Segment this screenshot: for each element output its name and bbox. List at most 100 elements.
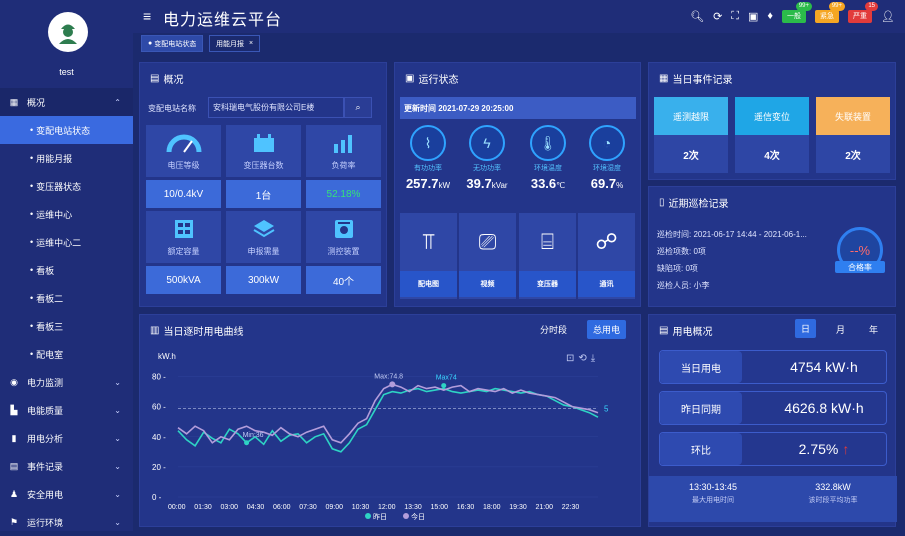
event-offline-devices[interactable]: 失联装置 2次	[816, 97, 890, 173]
patrol-person: 巡检人员: 小李	[657, 281, 710, 290]
search-button[interactable]: ⌕	[344, 97, 372, 118]
gauge-active-power: ⌇ 有功功率 257.7kW	[399, 125, 457, 191]
search-icon[interactable]: 🔍︎	[690, 10, 704, 23]
usage-value: 4754 kW·h	[790, 359, 858, 375]
top-toolbar: 🔍︎ ⟳ ⛶ ▣ ♦ 一般 99+ 紧急 99+ 严重 15 👤︎	[690, 1, 895, 28]
refresh-icon[interactable]: ⟳	[713, 10, 722, 23]
x-tick-label: 06:00	[273, 504, 291, 511]
panel-title: 用电概况	[672, 327, 713, 338]
period-day[interactable]: 日	[795, 319, 817, 338]
series-line-yesterday	[177, 387, 599, 453]
nav-item-overview[interactable]: ▦ 概况 ⌃	[0, 88, 133, 116]
legend-label: 昨日	[373, 512, 387, 521]
usage-value: 2.75% ↑	[760, 433, 888, 465]
kpi-value: 500kVA	[146, 266, 221, 294]
kpi-label: 负荷率	[331, 161, 356, 170]
gauge-label: 环境温度	[534, 165, 562, 172]
nav-sub-energy-report[interactable]: • 用能月报	[0, 144, 133, 172]
panel-header: ▯ 近期巡检记录	[659, 195, 729, 210]
gauge-temperature: 🌡︎ 环境温度 33.6℃	[519, 125, 577, 191]
nav-sub-transformer-status[interactable]: • 变压器状态	[0, 172, 133, 200]
user-avatar[interactable]	[48, 12, 88, 52]
nav-sub-label: 变配电站状态	[36, 125, 91, 136]
nav-sub-ops-center[interactable]: • 运维中心	[0, 200, 133, 228]
tab-energy-report[interactable]: 用能月报 ×	[209, 35, 261, 52]
nav-label: 电力监测	[27, 377, 64, 388]
close-icon[interactable]: ×	[249, 40, 253, 47]
fullscreen-icon[interactable]: ⛶	[731, 10, 739, 23]
alarm-urgent[interactable]: 紧急 99+	[815, 1, 846, 23]
gauge-ring: ϟ	[469, 125, 505, 161]
panel-header: ▤ 概况	[150, 71, 183, 86]
gauge-value: 69.7%	[578, 176, 636, 191]
max-label: Max:74.8	[374, 373, 403, 380]
menu-icon[interactable]: ≡	[143, 8, 151, 24]
event-telemetry-limit[interactable]: 遥测越限 2次	[654, 97, 728, 173]
analysis-icon: ▮	[11, 432, 17, 443]
x-tick-label: 03:00	[221, 504, 239, 511]
monitor-icon: ◉	[10, 376, 18, 387]
device-video[interactable]: ⎚ 视频	[459, 213, 516, 299]
layers-icon	[252, 220, 275, 238]
user-icon[interactable]: 👤︎	[881, 10, 895, 23]
summary-max-time: 13:30-13:45 最大用电时间	[653, 482, 773, 505]
event-count: 4次	[735, 135, 809, 173]
nav-sub-board-3[interactable]: • 看板三	[0, 312, 133, 340]
avg-label: 58.69	[604, 405, 608, 414]
device-diagram[interactable]: ⫪ 配电图	[400, 213, 457, 299]
tab-substation-status[interactable]: ● 变配电站状态	[141, 35, 204, 52]
period-year[interactable]: 年	[869, 323, 878, 336]
nav-item-event-records[interactable]: ▤ 事件记录 ⌄	[0, 452, 133, 480]
alarm-severe[interactable]: 严重 15	[848, 1, 879, 23]
nav-sub-label: 运维中心二	[36, 237, 82, 248]
thermometer-icon: 🌡︎	[539, 134, 557, 151]
kpi-transformer-count: 变压器台数 1台	[226, 125, 301, 208]
gauge-reactive-power: ϟ 无功功率 39.7kVar	[458, 125, 516, 191]
overview-icon: ▦	[9, 96, 19, 107]
device-transformer[interactable]: ⌸ 变压器	[519, 213, 576, 299]
arrow-up-icon: ↑	[842, 441, 850, 457]
nav-item-usage-analysis[interactable]: ▮ 用电分析 ⌄	[0, 424, 133, 452]
usage-icon: ▤	[659, 325, 669, 336]
seg-total-usage[interactable]: 总用电	[587, 320, 627, 339]
chevron-down-icon: ⌄	[114, 377, 121, 387]
summary-label: 该时段平均功率	[808, 497, 858, 504]
nav-sub-ops-center-2[interactable]: • 运维中心二	[0, 228, 133, 256]
x-tick-label: 09:00	[326, 504, 344, 511]
panel-header: ▥ 当日逐时用电曲线	[150, 323, 243, 338]
nav-sub-substation-status[interactable]: • 变配电站状态	[0, 116, 133, 144]
event-label: 遥测越限	[654, 97, 728, 135]
nav-item-safe-power[interactable]: ♟ 安全用电 ⌄	[0, 480, 133, 508]
station-select[interactable]: 安科瑞电气股份有限公司E楼	[208, 97, 344, 118]
chevron-down-icon: ⌄	[114, 517, 121, 527]
nav-label: 运行环境	[27, 517, 64, 528]
chevron-down-icon: ⌄	[114, 405, 121, 415]
device-communication[interactable]: ☍ 通讯	[578, 213, 635, 299]
x-tick-label: 00:00	[168, 504, 186, 511]
max-point-2	[441, 383, 447, 389]
patrol-items: 巡检项数: 0项	[657, 247, 706, 256]
nav-label: 安全用电	[27, 489, 64, 500]
nav-item-environment[interactable]: ⚑ 运行环境 ⌄	[0, 508, 133, 536]
x-tick-label: 21:00	[536, 504, 554, 511]
gauge-label: 有功功率	[414, 165, 442, 172]
gauge-unit: %	[616, 181, 624, 190]
nav-sub-board-2[interactable]: • 看板二	[0, 284, 133, 312]
overview-icon: ▤	[150, 73, 160, 84]
alarm-general[interactable]: 一般 99+	[782, 1, 813, 23]
nav-sub-board[interactable]: • 看板	[0, 256, 133, 284]
event-signal-change[interactable]: 遥信变位 4次	[735, 97, 809, 173]
chart-panel: ▥ 当日逐时用电曲线 分时段 总用电 ⊡⟲⤓ kW.h 80 -60 -40 -20…	[139, 314, 641, 527]
gauge-icon	[166, 134, 201, 153]
nav-item-power-monitor[interactable]: ◉ 电力监测 ⌄	[0, 368, 133, 396]
nav-item-power-quality[interactable]: ▙ 电能质量 ⌄	[0, 396, 133, 424]
period-month[interactable]: 月	[836, 323, 845, 336]
nav-sub-distribution-room[interactable]: • 配电室	[0, 340, 133, 368]
alarm-count: 99+	[795, 1, 813, 11]
username: test	[59, 67, 74, 77]
theme-icon[interactable]: ♦	[767, 10, 773, 22]
screen-icon[interactable]: ▣	[748, 10, 758, 23]
gauge-unit: kW	[438, 181, 451, 190]
chevron-down-icon: ⌄	[114, 461, 121, 471]
seg-time-period[interactable]: 分时段	[540, 323, 567, 336]
